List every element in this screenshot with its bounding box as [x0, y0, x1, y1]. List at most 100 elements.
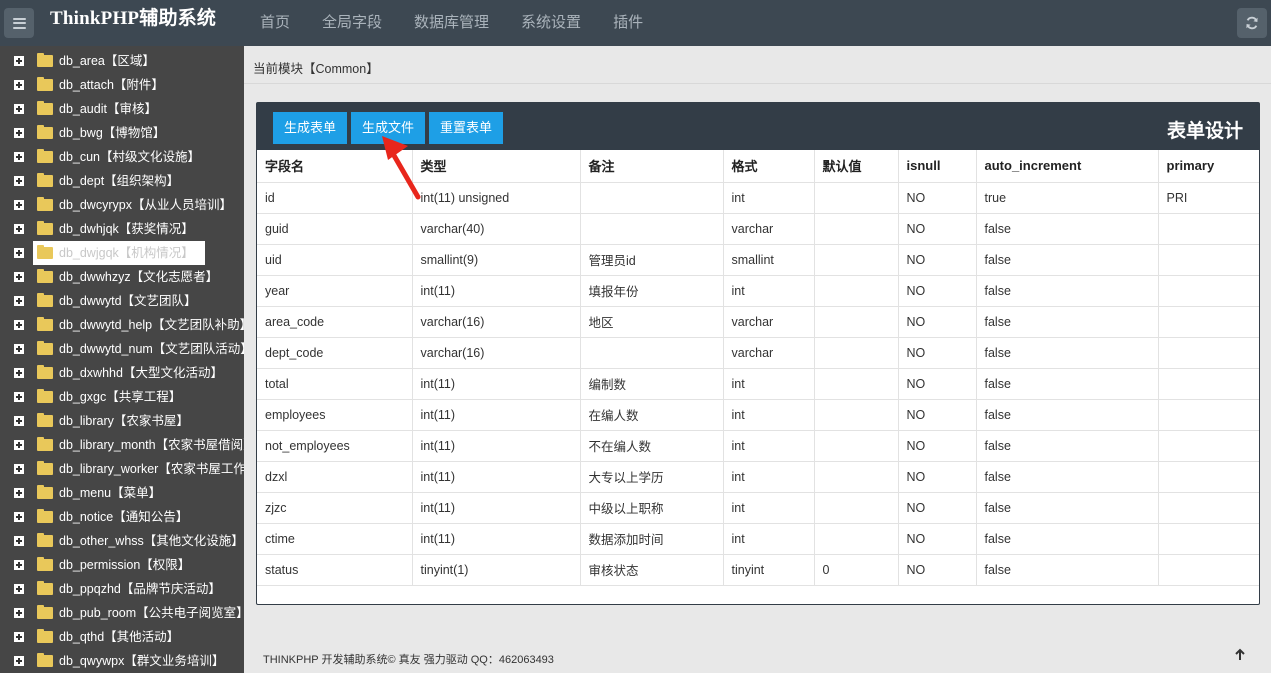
generate-form-button[interactable]: 生成表单 — [273, 112, 348, 144]
nav-database[interactable]: 数据库管理 — [398, 0, 505, 46]
tree-item-label[interactable]: db_pub_room【公共电子阅览室】 — [59, 601, 244, 625]
sidebar-tree-item[interactable]: db_permission【权限】 — [0, 553, 244, 577]
table-row: guid varchar(40) varchar NO false — [257, 213, 1259, 245]
tree-item-label[interactable]: db_menu【菜单】 — [59, 481, 161, 505]
sidebar-tree-item[interactable]: db_library【农家书屋】 — [0, 409, 244, 433]
tree-item-label[interactable]: db_dwhjqk【获奖情况】 — [59, 217, 194, 241]
expand-icon[interactable] — [14, 512, 24, 522]
sidebar-tree-item[interactable]: db_audit【审核】 — [0, 97, 244, 121]
sidebar-tree-item[interactable]: db_dwjgqk【机构情况】 — [0, 241, 244, 265]
table-cell: int(11) — [412, 275, 581, 307]
nav-plugins[interactable]: 插件 — [597, 0, 659, 46]
table-cell — [1158, 244, 1259, 276]
tree-item-label[interactable]: db_dxwhhd【大型文化活动】 — [59, 361, 223, 385]
sidebar-tree-item[interactable]: db_qwywpx【群文业务培训】 — [0, 649, 244, 673]
expand-icon[interactable] — [14, 272, 24, 282]
nav-global-fields[interactable]: 全局字段 — [306, 0, 398, 46]
sidebar-tree-item[interactable]: db_dwwytd_help【文艺团队补助】 — [0, 313, 244, 337]
tree-item-label[interactable]: db_qthd【其他活动】 — [59, 625, 179, 649]
refresh-button[interactable] — [1237, 8, 1267, 38]
sidebar-tree-item[interactable]: db_dept【组织架构】 — [0, 169, 244, 193]
table-cell: false — [976, 244, 1159, 276]
expand-icon[interactable] — [14, 104, 24, 114]
tree-item-label[interactable]: db_bwg【博物馆】 — [59, 121, 165, 145]
reset-form-button[interactable]: 重置表单 — [429, 112, 504, 144]
folder-icon — [37, 149, 53, 163]
expand-icon[interactable] — [14, 128, 24, 138]
table-row: uid smallint(9) 管理员id smallint NO false — [257, 244, 1259, 276]
sidebar-tree-item[interactable]: db_area【区域】 — [0, 49, 244, 73]
menu-toggle-button[interactable] — [4, 8, 34, 38]
tree-item-label[interactable]: db_dwwytd_num【文艺团队活动】 — [59, 337, 244, 361]
tree-item-label[interactable]: db_ppqzhd【品牌节庆活动】 — [59, 577, 221, 601]
tree-item-label[interactable]: db_library【农家书屋】 — [59, 409, 189, 433]
tree-item-label[interactable]: db_library_worker【农家书屋工作】 — [59, 457, 244, 481]
expand-icon[interactable] — [14, 488, 24, 498]
sidebar-tree-item[interactable]: db_other_whss【其他文化设施】 — [0, 529, 244, 553]
tree-item-label[interactable]: db_attach【附件】 — [59, 73, 164, 97]
expand-icon[interactable] — [14, 248, 24, 258]
nav-settings[interactable]: 系统设置 — [505, 0, 597, 46]
expand-icon[interactable] — [14, 344, 24, 354]
expand-icon[interactable] — [14, 560, 24, 570]
tree-item-label[interactable]: db_qwywpx【群文业务培训】 — [59, 649, 224, 673]
sidebar-tree-item[interactable]: db_dwcyrypx【从业人员培训】 — [0, 193, 244, 217]
sidebar-tree-item[interactable]: db_dwwhzyz【文化志愿者】 — [0, 265, 244, 289]
tree-item-label[interactable]: db_dept【组织架构】 — [59, 169, 179, 193]
sidebar-tree-item[interactable]: db_ppqzhd【品牌节庆活动】 — [0, 577, 244, 601]
expand-icon[interactable] — [14, 440, 24, 450]
sidebar-tree-item[interactable]: db_cun【村级文化设施】 — [0, 145, 244, 169]
sidebar-tree-item[interactable]: db_dwhjqk【获奖情况】 — [0, 217, 244, 241]
sidebar-tree-item[interactable]: db_dwwytd【文艺团队】 — [0, 289, 244, 313]
sidebar-tree-item[interactable]: db_notice【通知公告】 — [0, 505, 244, 529]
expand-icon[interactable] — [14, 320, 24, 330]
table-cell: false — [976, 337, 1159, 369]
table-cell — [1158, 213, 1259, 245]
sidebar-tree-item[interactable]: db_menu【菜单】 — [0, 481, 244, 505]
sidebar-tree-item[interactable]: db_dxwhhd【大型文化活动】 — [0, 361, 244, 385]
tree-item-label[interactable]: db_audit【审核】 — [59, 97, 157, 121]
tree-item-label[interactable]: db_dwwytd_help【文艺团队补助】 — [59, 313, 244, 337]
table-cell: smallint — [723, 244, 815, 276]
expand-icon[interactable] — [14, 632, 24, 642]
expand-icon[interactable] — [14, 656, 24, 666]
tree-item-label[interactable]: db_library_month【农家书屋借阅】 — [59, 433, 244, 457]
tree-item-label[interactable]: db_dwwhzyz【文化志愿者】 — [59, 265, 218, 289]
sidebar-tree-item[interactable]: db_attach【附件】 — [0, 73, 244, 97]
sidebar-tree-item[interactable]: db_dwwytd_num【文艺团队活动】 — [0, 337, 244, 361]
sidebar-tree-item[interactable]: db_library_month【农家书屋借阅】 — [0, 433, 244, 457]
expand-icon[interactable] — [14, 224, 24, 234]
expand-icon[interactable] — [14, 416, 24, 426]
sidebar-tree-item[interactable]: db_gxgc【共享工程】 — [0, 385, 244, 409]
sidebar-tree-item[interactable]: db_library_worker【农家书屋工作】 — [0, 457, 244, 481]
expand-icon[interactable] — [14, 608, 24, 618]
sidebar-tree-item[interactable]: db_bwg【博物馆】 — [0, 121, 244, 145]
tree-item-label[interactable]: db_permission【权限】 — [59, 553, 190, 577]
sidebar-tree-item[interactable]: db_pub_room【公共电子阅览室】 — [0, 601, 244, 625]
sidebar-tree-item[interactable]: db_qthd【其他活动】 — [0, 625, 244, 649]
tree-item-label[interactable]: db_area【区域】 — [59, 49, 155, 73]
expand-icon[interactable] — [14, 80, 24, 90]
tree-item-label[interactable]: db_dwwytd【文艺团队】 — [59, 289, 197, 313]
expand-icon[interactable] — [14, 584, 24, 594]
tree-item-label[interactable]: db_cun【村级文化设施】 — [59, 145, 200, 169]
expand-icon[interactable] — [14, 176, 24, 186]
tree-item-label[interactable]: db_notice【通知公告】 — [59, 505, 188, 529]
expand-icon[interactable] — [14, 296, 24, 306]
expand-icon[interactable] — [14, 368, 24, 378]
tree-item-label[interactable]: db_dwjgqk【机构情况】 — [59, 241, 194, 265]
tree-item-label[interactable]: db_dwcyrypx【从业人员培训】 — [59, 193, 232, 217]
table-cell — [814, 492, 899, 524]
expand-icon[interactable] — [14, 56, 24, 66]
expand-icon[interactable] — [14, 200, 24, 210]
expand-icon[interactable] — [14, 392, 24, 402]
table-cell: 地区 — [580, 306, 724, 338]
table-cell: false — [976, 213, 1159, 245]
scroll-top-icon[interactable] — [1234, 648, 1246, 662]
tree-item-label[interactable]: db_other_whss【其他文化设施】 — [59, 529, 244, 553]
expand-icon[interactable] — [14, 152, 24, 162]
nav-home[interactable]: 首页 — [244, 0, 306, 46]
tree-item-label[interactable]: db_gxgc【共享工程】 — [59, 385, 181, 409]
expand-icon[interactable] — [14, 464, 24, 474]
expand-icon[interactable] — [14, 536, 24, 546]
